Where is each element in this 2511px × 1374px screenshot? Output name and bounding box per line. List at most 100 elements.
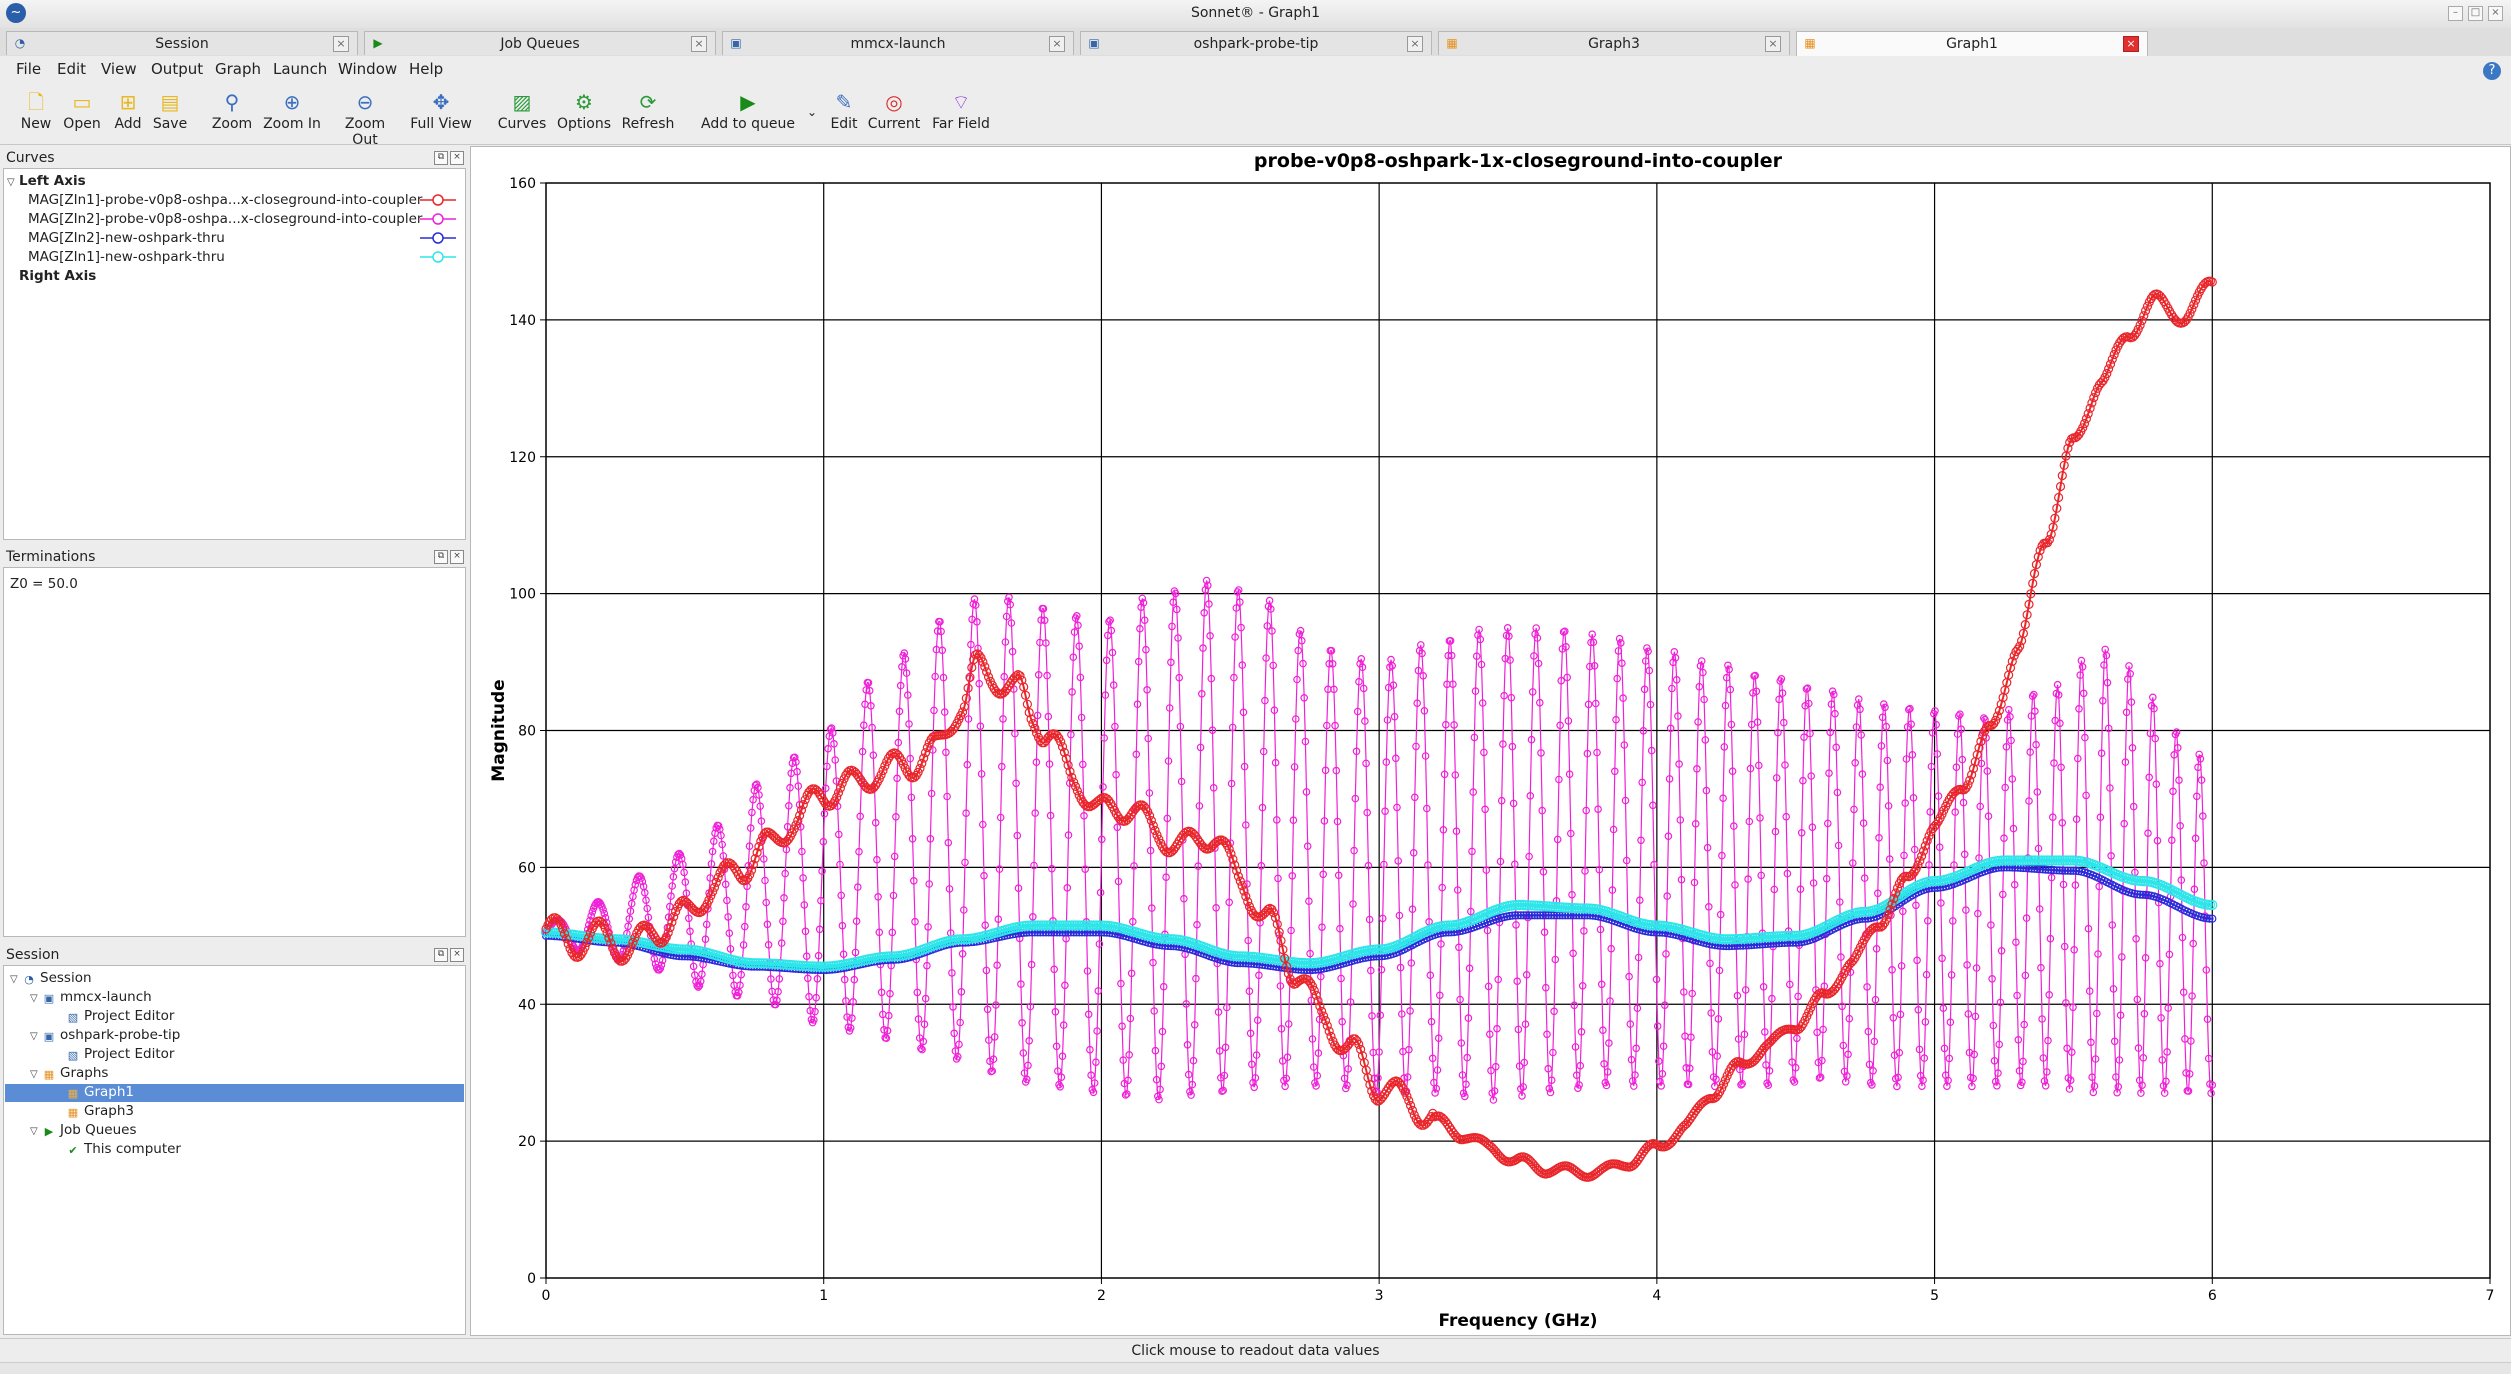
curves-panel-header: Curves ⧉ ×	[3, 148, 466, 168]
close-tab-icon[interactable]: ×	[1765, 36, 1781, 52]
float-panel-icon[interactable]: ⧉	[434, 550, 448, 564]
y-tick-label: 140	[509, 313, 536, 329]
close-tab-icon[interactable]: ×	[1049, 36, 1065, 52]
tab-graph1[interactable]: ▦ Graph1 ×	[1796, 31, 2148, 57]
options-button-label: Options	[556, 116, 612, 132]
float-panel-icon[interactable]: ⧉	[434, 151, 448, 165]
menu-bar: File Edit View Output Graph Launch Windo…	[0, 56, 2511, 82]
tree-node-this-computer[interactable]: ✔ This computer	[66, 1141, 181, 1158]
close-tab-icon[interactable]: ×	[333, 36, 349, 52]
far-field-button-label: Far Field	[932, 116, 990, 132]
zoom-in-button[interactable]: ⊕ Zoom In	[262, 90, 322, 132]
edit-button[interactable]: ✎ Edit	[824, 90, 864, 132]
tree-node-project-editor[interactable]: ▧ Project Editor	[66, 1046, 175, 1063]
add-button[interactable]: ⊞ Add	[108, 90, 148, 132]
tab-mmcx-launch[interactable]: ▣ mmcx-launch ×	[722, 31, 1074, 55]
edit-icon: ✎	[835, 90, 853, 114]
save-button[interactable]: ▤ Save	[150, 90, 190, 132]
zoom-button[interactable]: ⚲ Zoom	[210, 90, 254, 132]
tab-label: Job Queues	[500, 36, 580, 52]
float-panel-icon[interactable]: ⧉	[434, 948, 448, 962]
zoom-in-icon: ⊕	[283, 90, 301, 114]
refresh-button[interactable]: ⟳ Refresh	[620, 90, 676, 132]
y-tick-label: 160	[509, 176, 536, 192]
close-panel-icon[interactable]: ×	[450, 948, 464, 962]
tree-node-project-editor[interactable]: ▧ Project Editor	[66, 1008, 175, 1025]
tree-label: Project Editor	[84, 1046, 175, 1062]
status-text: Click mouse to readout data values	[1131, 1343, 1380, 1359]
job-queue-icon: ▶	[373, 36, 383, 50]
current-button[interactable]: ◎ Current	[866, 90, 922, 132]
tree-node-job-queues[interactable]: ▽ ▶ Job Queues	[30, 1122, 137, 1139]
help-icon[interactable]: ?	[2483, 62, 2501, 80]
tab-graph3[interactable]: ▦ Graph3 ×	[1438, 31, 1790, 55]
full-view-button[interactable]: ✥ Full View	[408, 90, 474, 132]
new-button[interactable]: 🗋 New	[16, 90, 56, 132]
tree-label: oshpark-probe-tip	[60, 1027, 181, 1043]
tab-label: oshpark-probe-tip	[1193, 36, 1319, 52]
x-tick-label: 4	[1652, 1288, 1661, 1304]
tree-label: Project Editor	[84, 1008, 175, 1024]
curve-label: MAG[ZIn1]-probe-v0p8-oshpa...x-closegrou…	[28, 192, 423, 208]
menu-window[interactable]: Window	[338, 60, 397, 78]
curve-item-zin1-thru[interactable]: MAG[ZIn1]-new-oshpark-thru	[28, 249, 225, 265]
add-to-queue-dropdown[interactable]: ⌄	[800, 104, 824, 120]
legend-marker-magenta	[420, 213, 456, 225]
zoom-out-button[interactable]: ⊖ Zoom Out	[330, 90, 400, 148]
document-tabs: ◔ Session × ▶ Job Queues × ▣ mmcx-launch…	[0, 28, 2511, 57]
current-icon: ◎	[885, 90, 903, 114]
menu-help[interactable]: Help	[409, 60, 443, 78]
add-to-queue-button[interactable]: ▶ Add to queue	[700, 90, 796, 132]
window-title: Sonnet® - Graph1	[1190, 5, 1321, 21]
zoom-out-button-label: Zoom Out	[344, 116, 386, 148]
menu-edit[interactable]: Edit	[57, 60, 86, 78]
chevron-down-icon: ⌄	[806, 105, 818, 119]
tree-label: Graph3	[84, 1103, 134, 1119]
close-icon[interactable]: ×	[2488, 6, 2503, 21]
tree-node-graph3[interactable]: ▦ Graph3	[66, 1103, 134, 1120]
close-tab-icon[interactable]: ×	[691, 36, 707, 52]
menu-graph[interactable]: Graph	[215, 60, 261, 78]
tree-label: Graphs	[60, 1065, 109, 1081]
tree-node-oshpark-probe-tip[interactable]: ▽ ▣ oshpark-probe-tip	[30, 1027, 180, 1044]
tab-oshpark-probe-tip[interactable]: ▣ oshpark-probe-tip ×	[1080, 31, 1432, 55]
options-button[interactable]: ⚙ Options	[556, 90, 612, 132]
curve-item-zin2-probe[interactable]: MAG[ZIn2]-probe-v0p8-oshpa...x-closegrou…	[28, 211, 422, 227]
tree-node-mmcx-launch[interactable]: ▽ ▣ mmcx-launch	[30, 989, 152, 1006]
open-button[interactable]: ▭ Open	[60, 90, 104, 132]
close-panel-icon[interactable]: ×	[450, 151, 464, 165]
curve-label: MAG[ZIn2]-probe-v0p8-oshpa...x-closegrou…	[28, 211, 423, 227]
save-icon: ▤	[160, 90, 180, 114]
menu-output[interactable]: Output	[151, 60, 203, 78]
tab-session[interactable]: ◔ Session ×	[6, 31, 358, 55]
tree-node-graphs[interactable]: ▽ ▦ Graphs	[30, 1065, 108, 1082]
close-tab-icon[interactable]: ×	[2123, 36, 2139, 52]
y-tick-label: 80	[518, 724, 536, 740]
left-axis-node[interactable]: ▽ Left Axis	[7, 173, 86, 189]
magnitude-chart[interactable]: 0 1 2 3 4 5 6 7 0 20 40 60 80 100 120 140 160 probe-v0p8-…	[471, 147, 2510, 1335]
session-panel: ▽ ◔ Session ▽ ▣ mmcx-launch ▧ Project Editor …	[3, 965, 466, 1335]
maximize-icon[interactable]: □	[2468, 6, 2483, 21]
menu-file[interactable]: File	[16, 60, 41, 78]
curve-item-zin2-thru[interactable]: MAG[ZIn2]-new-oshpark-thru	[28, 230, 225, 246]
tab-label: Graph1	[1946, 36, 1998, 52]
minimize-icon[interactable]: –	[2448, 6, 2463, 21]
far-field-button[interactable]: ⌔ Far Field	[928, 90, 994, 132]
curves-button[interactable]: ▨ Curves	[494, 90, 550, 132]
tab-job-queues[interactable]: ▶ Job Queues ×	[364, 31, 716, 55]
graph-area[interactable]: 0 1 2 3 4 5 6 7 0 20 40 60 80 100 120 140 160 probe-v0p8-…	[470, 146, 2511, 1336]
curve-item-zin1-probe[interactable]: MAG[ZIn1]-probe-v0p8-oshpa...x-closegrou…	[28, 192, 422, 208]
tree-node-session[interactable]: ▽ ◔ Session	[10, 970, 92, 987]
sonnet-session-icon: ◔	[24, 973, 34, 986]
edit-button-label: Edit	[830, 116, 858, 132]
tree-node-graph1[interactable]: ▦ Graph1	[5, 1084, 464, 1102]
project-icon: ▣	[1088, 36, 1100, 50]
menu-view[interactable]: View	[101, 60, 137, 78]
options-icon: ⚙	[575, 90, 593, 114]
add-button-label: Add	[114, 116, 142, 132]
right-axis-node[interactable]: Right Axis	[19, 268, 96, 284]
menu-launch[interactable]: Launch	[273, 60, 327, 78]
close-panel-icon[interactable]: ×	[450, 550, 464, 564]
left-axis-label: Left Axis	[19, 173, 86, 189]
close-tab-icon[interactable]: ×	[1407, 36, 1423, 52]
